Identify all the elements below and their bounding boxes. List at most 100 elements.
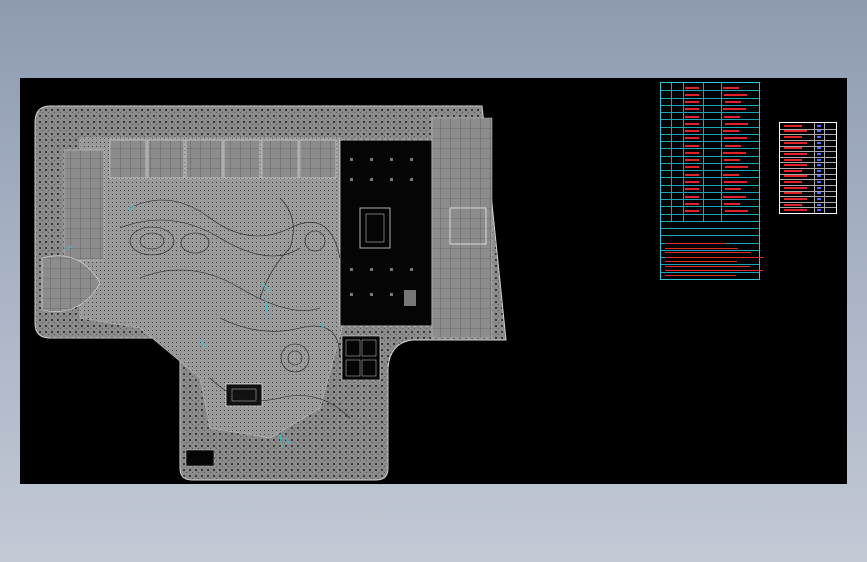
legend-label-text <box>784 152 807 155</box>
schedule-entry-text <box>724 159 740 162</box>
schedule-entry-text <box>725 122 748 125</box>
schedule-entry-text <box>725 166 748 169</box>
schedule-entry-text <box>723 86 739 89</box>
schedule-note-line <box>665 261 737 262</box>
legend-symbol <box>817 147 821 150</box>
schedule-entry-text <box>724 115 740 118</box>
legend-label-text <box>784 175 807 178</box>
schedule-name-text <box>685 137 699 140</box>
legend-label-text <box>784 169 802 172</box>
legend-symbol <box>817 209 821 212</box>
legend-symbol <box>817 203 821 206</box>
legend-symbol <box>817 141 821 144</box>
schedule-entry-text <box>725 101 741 104</box>
legend-label-text <box>784 141 807 144</box>
left-wing <box>63 149 105 261</box>
schedule-row-line <box>661 148 759 150</box>
schedule-col-line <box>683 83 684 221</box>
lower-courts <box>341 335 381 381</box>
schedule-entry-text <box>724 93 747 96</box>
schedule-note-line <box>665 274 736 276</box>
schedule-note-line <box>665 270 763 271</box>
schedule-row-line <box>661 141 759 143</box>
legend-symbol <box>817 124 821 127</box>
schedule-row-line <box>661 97 759 99</box>
schedule-name-text <box>685 101 699 104</box>
schedule-name-text <box>685 108 699 111</box>
legend-symbol <box>817 164 821 167</box>
schedule-name-text <box>685 188 699 191</box>
schedule-row-line <box>661 104 759 106</box>
schedule-name-text <box>685 166 699 169</box>
schedule-entry-text <box>725 188 741 191</box>
legend-label-text <box>784 209 807 212</box>
schedule-name-text <box>685 86 699 89</box>
schedule-row-line <box>661 184 759 186</box>
schedule-row-line <box>661 126 759 128</box>
legend-label-text <box>784 181 802 184</box>
legend-symbol <box>817 192 821 195</box>
schedule-entry-text <box>723 195 746 198</box>
right-plaza <box>431 117 493 339</box>
schedule-row-line <box>661 228 759 230</box>
tennis-court <box>225 383 263 407</box>
legend-label-text <box>784 192 802 195</box>
schedule-row-line <box>661 170 759 172</box>
schedule-name-text <box>685 159 699 162</box>
schedule-row-line <box>661 213 759 215</box>
schedule-entry-text <box>723 130 739 133</box>
schedule-row-line <box>661 112 759 114</box>
schedule-col-line <box>721 83 722 221</box>
schedule-name-text <box>685 195 699 198</box>
schedule-row-line <box>661 191 759 193</box>
schedule-name-text <box>685 115 699 118</box>
legend-symbol <box>817 152 821 155</box>
legend-label-text <box>784 203 802 206</box>
legend-label-text <box>784 147 802 150</box>
schedule-row-line <box>661 133 759 135</box>
plant-schedule-table <box>660 82 764 280</box>
legend-label-text <box>784 124 802 127</box>
legend-label-text <box>784 136 802 139</box>
schedule-name-text <box>685 144 699 147</box>
schedule-name-text <box>685 151 699 154</box>
schedule-col-line <box>703 83 704 221</box>
cad-drawing-viewport[interactable] <box>20 78 847 484</box>
schedule-note-line <box>665 243 725 244</box>
schedule-row-line <box>661 90 759 92</box>
garden-area <box>79 137 343 439</box>
schedule-name-text <box>685 122 699 125</box>
schedule-row-line <box>661 199 759 201</box>
schedule-name-text <box>685 130 699 133</box>
schedule-row-line <box>661 119 759 121</box>
schedule-name-text <box>685 181 699 183</box>
legend-label-text <box>784 158 802 161</box>
legend-symbol <box>817 197 821 200</box>
legend-table <box>779 122 837 214</box>
schedule-entry-text <box>725 144 741 147</box>
schedule-row-line <box>661 235 759 237</box>
schedule-entry-text <box>723 173 739 176</box>
schedule-row-line <box>661 271 759 273</box>
legend-label-text <box>784 130 807 133</box>
schedule-name-text <box>685 93 699 96</box>
legend-col-line <box>814 123 815 213</box>
schedule-col-line <box>671 83 672 221</box>
legend-label-text <box>784 197 807 200</box>
schedule-row-line <box>661 177 759 179</box>
legend-symbol <box>817 175 821 178</box>
legend-symbol <box>817 136 821 139</box>
legend-label-text <box>784 164 807 167</box>
schedule-name-text <box>685 202 699 205</box>
schedule-note-line <box>665 247 738 249</box>
legend-symbol <box>817 130 821 133</box>
legend-col-line <box>824 123 825 213</box>
schedule-entry-text <box>723 151 746 154</box>
entry-block <box>185 449 215 467</box>
schedule-name-text <box>685 210 699 213</box>
schedule-row-line <box>661 249 759 251</box>
schedule-note-line <box>665 252 751 253</box>
schedule-note-line <box>665 265 750 267</box>
schedule-entry-text <box>723 108 746 111</box>
schedule-entry-text <box>724 181 747 183</box>
